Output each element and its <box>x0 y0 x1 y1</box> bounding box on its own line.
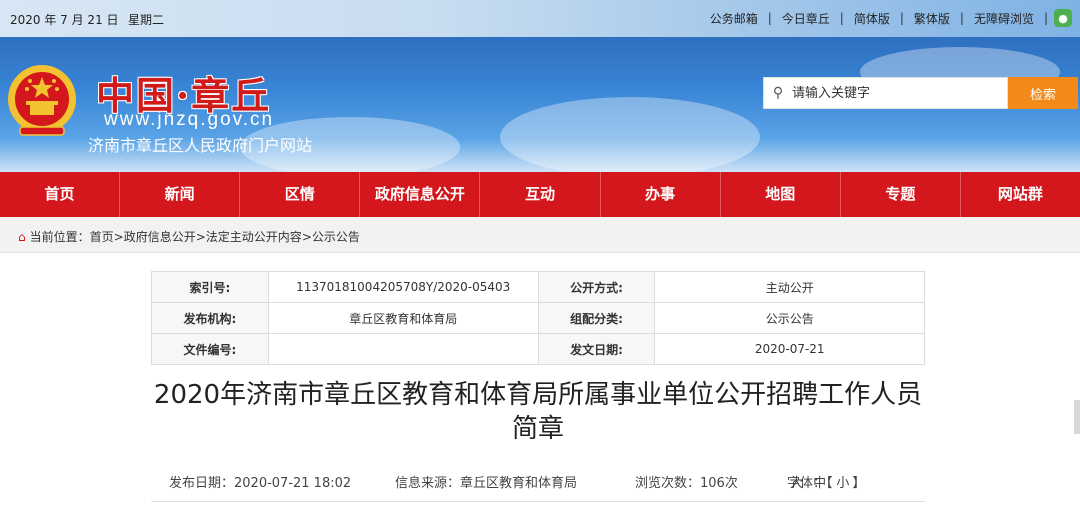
nav-site-group[interactable]: 网站群 <box>961 172 1080 217</box>
search-box: ⚲ <box>763 77 1008 109</box>
home-icon: ⌂ <box>18 229 26 244</box>
scrollbar-thumb[interactable] <box>1074 400 1080 434</box>
national-emblem-icon <box>8 65 76 136</box>
breadcrumb-gov-info[interactable]: 政府信息公开 <box>124 228 196 245</box>
divider <box>151 501 925 502</box>
open-method-label: 公开方式: <box>537 271 656 303</box>
article-info: 发布日期：2020-07-21 18:02 信息来源：章丘区教育和体育局 浏览次… <box>151 472 925 492</box>
nav-news[interactable]: 新闻 <box>120 172 241 217</box>
link-traditional[interactable]: 繁体版 <box>904 10 960 27</box>
doc-number-value <box>267 333 539 365</box>
search-input[interactable] <box>792 85 1002 101</box>
link-today[interactable]: 今日章丘 <box>772 10 840 27</box>
publisher-value: 章丘区教育和体育局 <box>267 302 539 334</box>
nav-home[interactable]: 首页 <box>0 172 121 217</box>
link-mail[interactable]: 公务邮箱 <box>700 10 768 27</box>
document-meta-table: 索引号: 11370181004205708Y/2020-05403 公开方式:… <box>151 271 925 365</box>
publisher-label: 发布机构: <box>151 302 269 334</box>
breadcrumb-bar: ⌂ 当前位置： 首页 > 政府信息公开 > 法定主动公开内容 > 公示公告 <box>0 217 1080 253</box>
index-label: 索引号: <box>151 271 269 303</box>
nav-district-info[interactable]: 区情 <box>240 172 361 217</box>
index-value: 11370181004205708Y/2020-05403 <box>267 271 539 303</box>
open-method-value: 主动公开 <box>654 271 925 303</box>
table-row: 发布机构: 章丘区教育和体育局 组配分类: 公示公告 <box>151 302 925 334</box>
nav-map[interactable]: 地图 <box>721 172 841 217</box>
publish-date: 发布日期：2020-07-21 18:02 <box>169 476 352 491</box>
nav-topics[interactable]: 专题 <box>841 172 961 217</box>
divider: | <box>1043 11 1048 25</box>
breadcrumb-separator: > <box>113 229 124 244</box>
search-button[interactable]: 检索 <box>1008 77 1078 109</box>
breadcrumb-legal-content[interactable]: 法定主动公开内容 <box>206 228 302 245</box>
font-small-button[interactable]: 小 <box>836 476 849 491</box>
category-label: 组配分类: <box>537 302 656 334</box>
breadcrumb-prefix: 当前位置： <box>29 230 90 244</box>
category-value: 公示公告 <box>654 302 925 334</box>
issue-date-value: 2020-07-21 <box>654 333 925 365</box>
issue-date-label: 发文日期: <box>537 333 656 365</box>
cloud-decoration <box>500 97 760 172</box>
link-simplified[interactable]: 简体版 <box>844 10 900 27</box>
search-icon: ⚲ <box>772 85 784 101</box>
current-date: 2020 年 7 月 21 日 <box>10 13 119 27</box>
table-row: 索引号: 11370181004205708Y/2020-05403 公开方式:… <box>151 271 925 303</box>
font-size-control: 字体：【 大 中 小 】 <box>787 472 865 491</box>
breadcrumb-home[interactable]: 首页 <box>90 228 114 245</box>
wechat-icon[interactable]: ● <box>1054 9 1072 27</box>
font-size-label: 字体：【 <box>787 476 833 491</box>
site-header: 中国·章丘 www.jnzq.gov.cn 济南市章丘区人民政府门户网站 ⚲ 检… <box>0 37 1080 172</box>
view-count: 浏览次数：106次 <box>635 476 738 491</box>
site-description: 济南市章丘区人民政府门户网站 <box>88 136 313 155</box>
top-links: 公务邮箱 | 今日章丘 | 简体版 | 繁体版 | 无障碍浏览 | ● <box>700 9 1072 27</box>
main-nav: 首页 新闻 区情 政府信息公开 互动 办事 地图 专题 网站群 <box>0 172 1080 217</box>
table-row: 文件编号: 发文日期: 2020-07-21 <box>151 333 925 365</box>
current-weekday: 星期二 <box>128 13 165 27</box>
info-source: 信息来源：章丘区教育和体育局 <box>395 476 578 491</box>
breadcrumb: ⌂ 当前位置： 首页 > 政府信息公开 > 法定主动公开内容 > 公示公告 <box>18 228 360 245</box>
breadcrumb-separator: > <box>195 229 206 244</box>
top-bar: 2020 年 7 月 21 日 星期二 公务邮箱 | 今日章丘 | 简体版 | … <box>0 0 1080 37</box>
nav-services[interactable]: 办事 <box>601 172 721 217</box>
nav-interaction[interactable]: 互动 <box>480 172 601 217</box>
font-size-bracket: 】 <box>852 476 866 491</box>
breadcrumb-separator: > <box>301 229 312 244</box>
scrollbar-track[interactable] <box>1068 253 1080 508</box>
doc-number-label: 文件编号: <box>151 333 269 365</box>
breadcrumb-notices[interactable]: 公示公告 <box>312 228 360 245</box>
link-accessibility[interactable]: 无障碍浏览 <box>964 10 1044 27</box>
site-url: www.jnzq.gov.cn <box>104 109 275 130</box>
nav-gov-info-public[interactable]: 政府信息公开 <box>360 172 481 217</box>
article-title: 2020年济南市章丘区教育和体育局所属事业单位公开招聘工作人员简章 <box>153 380 923 444</box>
